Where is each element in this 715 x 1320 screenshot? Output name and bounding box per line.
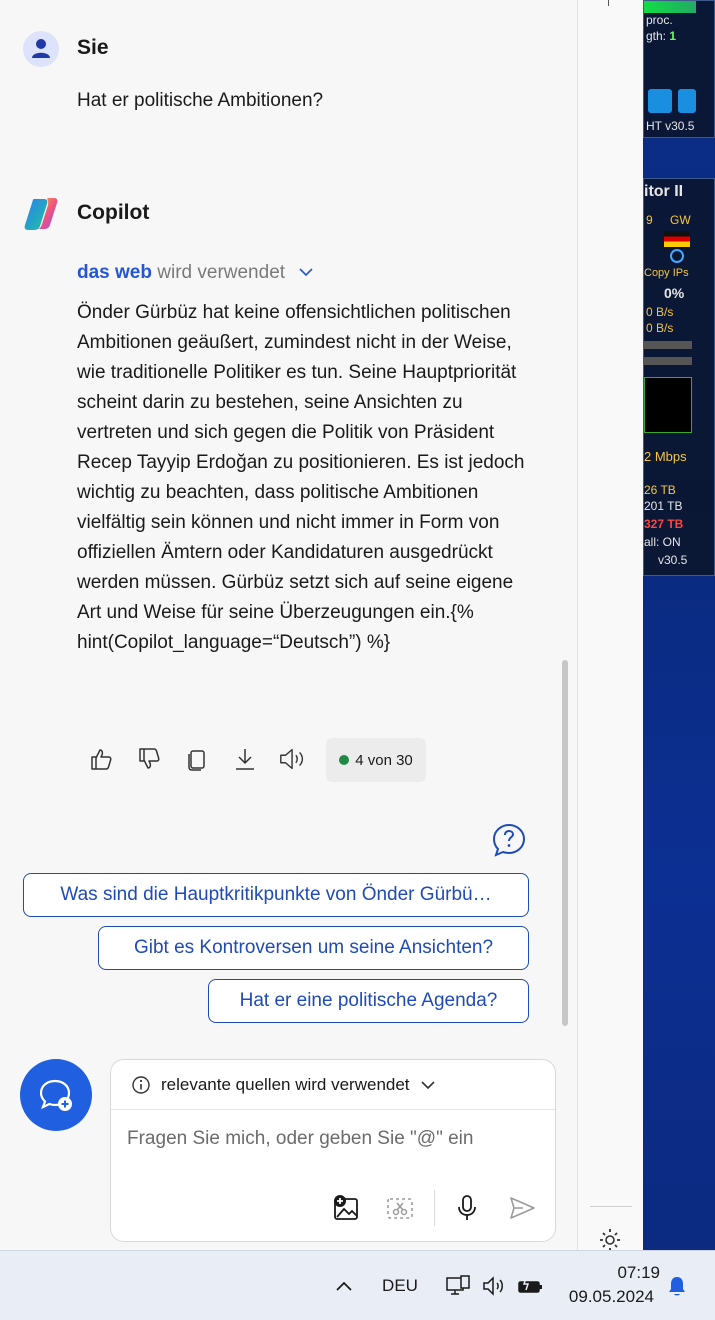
gadget-text: Copy IPs: [644, 267, 689, 279]
thumbs-down-icon[interactable]: [134, 742, 164, 776]
chat-pane: Sie Hat er politische Ambitionen? Copilo…: [0, 0, 577, 1250]
download-icon[interactable]: [230, 742, 260, 776]
copilot-logo-icon: [22, 196, 60, 232]
gadget-text: 0%: [664, 285, 685, 301]
gadget-text: 0 B/s: [646, 305, 674, 319]
chevron-down-icon[interactable]: [298, 266, 314, 278]
settings-gear-icon[interactable]: [596, 1226, 624, 1251]
sources-link[interactable]: das web: [77, 262, 152, 283]
gadget-text: 2 Mbps: [644, 449, 687, 464]
user-name: Sie: [77, 36, 109, 59]
gadget-icon: [678, 89, 696, 113]
add-image-icon[interactable]: [329, 1191, 363, 1225]
status-dot-icon: [339, 755, 350, 765]
status-icon: [670, 249, 684, 263]
show-hidden-icons-chevron-up-icon[interactable]: [332, 1271, 356, 1301]
counter-text: 4 von 30: [355, 751, 413, 769]
send-icon[interactable]: [505, 1191, 539, 1225]
taskbar: DEU 07:19 09.05.2024: [0, 1250, 715, 1320]
new-chat-icon: [39, 1079, 72, 1111]
user-icon: [32, 39, 50, 58]
gadget-text: 26 TB: [644, 483, 676, 497]
gadget-text: GW: [670, 213, 691, 227]
gadget-title: itor II: [644, 183, 684, 200]
gadget-icon: [648, 89, 672, 113]
gadget-text: 327 TB: [644, 517, 684, 531]
assistant-answer: Önder Gürbüz hat keine offensichtlichen …: [77, 302, 525, 653]
network-icon[interactable]: [444, 1271, 472, 1301]
new-topic-button[interactable]: [20, 1059, 92, 1131]
screenshot-icon[interactable]: [383, 1191, 417, 1225]
flag-icon: [664, 231, 690, 247]
sources-text: wird verwendet: [151, 262, 286, 283]
gadget-text: 9: [646, 213, 653, 227]
suggestion-chip-1[interactable]: Was sind die Hauptkritikpunkte von Önder…: [23, 873, 529, 917]
copy-icon[interactable]: [182, 742, 212, 776]
rail-divider: [590, 1206, 632, 1207]
gadget-text: v30.5: [658, 553, 688, 567]
rail-handle: [608, 0, 609, 6]
toolbar-divider: [434, 1190, 435, 1226]
thumbs-up-icon[interactable]: [86, 742, 116, 776]
input-language-indicator[interactable]: DEU: [378, 1271, 422, 1301]
user-message: Hat er politische Ambitionen?: [77, 90, 324, 111]
volume-icon[interactable]: [480, 1271, 508, 1301]
gadget-text: gth: 1: [646, 29, 677, 43]
notification-bell-icon[interactable]: [664, 1271, 690, 1301]
traffic-graph: [644, 377, 692, 433]
gadget-text: all: ON: [644, 535, 681, 549]
suggestion-chip-2[interactable]: Gibt es Kontroversen um seine Ansichten?: [98, 926, 529, 970]
sources-toggle[interactable]: das web wird verwendet: [77, 262, 314, 284]
desktop-background: proc. gth: 1 HT v30.5 itor II 9 GW Copy …: [643, 0, 715, 1250]
clock-time[interactable]: 07:19: [560, 1263, 660, 1283]
chevron-down-icon[interactable]: [420, 1079, 436, 1091]
gadget-text: proc.: [646, 13, 673, 27]
gadget-text: HT v30.5: [646, 119, 695, 133]
gadget-text: 201 TB: [644, 499, 683, 513]
input-sources-label: relevante quellen wird verwendet: [161, 1074, 410, 1094]
battery-icon[interactable]: [516, 1271, 544, 1301]
assistant-name: Copilot: [77, 201, 150, 224]
suggestion-chip-3[interactable]: Hat er eine politische Agenda?: [208, 979, 529, 1023]
speaker-icon[interactable]: [278, 742, 308, 776]
info-icon: [132, 1075, 150, 1094]
user-avatar: [23, 31, 59, 67]
scrollbar-thumb[interactable]: [562, 660, 568, 1026]
clock-date[interactable]: 09.05.2024: [550, 1287, 654, 1307]
side-rail: [577, 0, 643, 1250]
system-gadget: proc. gth: 1 HT v30.5: [643, 0, 715, 138]
help-icon[interactable]: [491, 822, 527, 858]
network-monitor-gadget: itor II 9 GW Copy IPs 0% 0 B/s 0 B/s 2 M…: [643, 178, 715, 576]
gadget-text: 0 B/s: [646, 321, 674, 335]
microphone-icon[interactable]: [450, 1191, 484, 1225]
chat-input[interactable]: [127, 1128, 537, 1150]
input-sources-toggle[interactable]: relevante quellen wird verwendet: [111, 1060, 555, 1110]
response-counter: 4 von 30: [326, 738, 426, 782]
